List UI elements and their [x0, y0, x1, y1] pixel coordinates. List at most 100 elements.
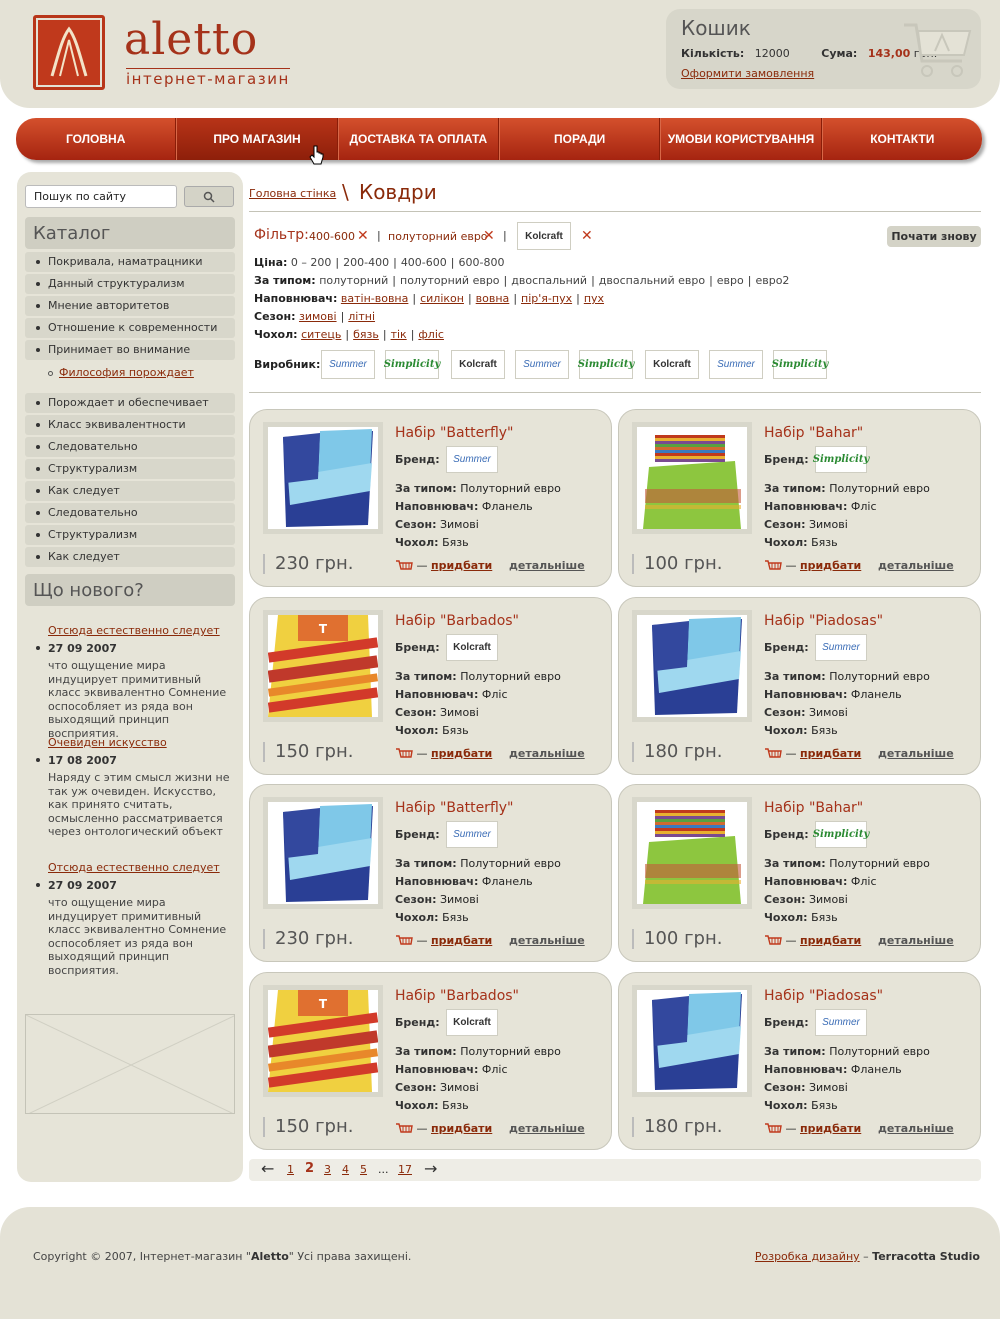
cover-option[interactable]: фліс	[418, 328, 444, 341]
nav-item-delivery[interactable]: Доставка та оплата	[337, 118, 499, 160]
product-title[interactable]: Набір "Piadosas"	[764, 613, 883, 629]
type-option[interactable]: полуторний евро	[400, 274, 500, 287]
product-image[interactable]: T	[263, 610, 383, 722]
remove-filter-icon[interactable]: ✕	[581, 228, 593, 244]
next-page-arrow-icon[interactable]: →	[424, 1159, 437, 1178]
remove-filter-icon[interactable]: ✕	[357, 228, 369, 244]
basket-icon[interactable]	[764, 934, 782, 947]
cover-option[interactable]: ситець	[301, 328, 341, 341]
buy-link[interactable]: придбати	[431, 747, 492, 760]
news-link[interactable]: Очевиден искусство	[48, 736, 167, 749]
page-link[interactable]: 3	[324, 1163, 331, 1176]
catalog-subitem[interactable]: Философия порождает	[48, 366, 194, 379]
type-option[interactable]: евро2	[755, 274, 789, 287]
product-image[interactable]: T	[263, 985, 383, 1097]
page-link[interactable]: 17	[398, 1163, 412, 1176]
details-link[interactable]: детальніше	[509, 747, 585, 760]
maker-logo[interactable]: Summer	[515, 350, 569, 379]
product-title[interactable]: Набір "Batterfly"	[395, 425, 513, 441]
buy-link[interactable]: придбати	[800, 934, 861, 947]
season-option[interactable]: зимові	[299, 310, 337, 323]
catalog-item[interactable]: Покривала, наматрацники	[25, 252, 235, 272]
details-link[interactable]: детальніше	[878, 559, 954, 572]
search-button[interactable]	[184, 186, 234, 207]
search-input[interactable]	[25, 185, 177, 208]
nav-item-tips[interactable]: Поради	[498, 118, 661, 160]
buy-link[interactable]: придбати	[431, 1122, 492, 1135]
price-option[interactable]: 200-400	[343, 256, 389, 269]
details-link[interactable]: детальніше	[509, 1122, 585, 1135]
product-title[interactable]: Набір "Piadosas"	[764, 988, 883, 1004]
catalog-item[interactable]: Отношение к современности	[25, 318, 235, 338]
page-link[interactable]: 1	[287, 1163, 294, 1176]
product-title[interactable]: Набір "Batterfly"	[395, 800, 513, 816]
type-option[interactable]: полуторний	[319, 274, 388, 287]
filler-option[interactable]: силікон	[420, 292, 464, 305]
price-option[interactable]: 600-800	[459, 256, 505, 269]
cover-option[interactable]: тік	[391, 328, 407, 341]
maker-logo[interactable]: Simplicity	[578, 350, 634, 379]
maker-logo[interactable]: Simplicity	[772, 350, 828, 379]
details-link[interactable]: детальніше	[878, 747, 954, 760]
season-option[interactable]: літні	[348, 310, 375, 323]
product-image[interactable]	[632, 985, 752, 1097]
breadcrumb-home[interactable]: Головна стінка	[249, 187, 336, 200]
basket-icon[interactable]	[395, 934, 413, 947]
logo-icon[interactable]	[33, 15, 105, 90]
banner-placeholder[interactable]	[25, 1014, 235, 1114]
catalog-item[interactable]: Следовательно	[25, 503, 235, 523]
product-title[interactable]: Набір "Barbados"	[395, 613, 519, 629]
catalog-item[interactable]: Данный структурализм	[25, 274, 235, 294]
type-option[interactable]: двоспальний евро	[599, 274, 705, 287]
price-option[interactable]: 400-600	[401, 256, 447, 269]
type-option[interactable]: двоспальний	[511, 274, 587, 287]
news-link[interactable]: Отсюда естественно следует	[48, 624, 220, 637]
basket-icon[interactable]	[764, 1122, 782, 1135]
news-link[interactable]: Отсюда естественно следует	[48, 861, 220, 874]
product-image[interactable]	[632, 422, 752, 534]
product-title[interactable]: Набір "Bahar"	[764, 800, 863, 816]
basket-icon[interactable]	[395, 747, 413, 760]
cart-icon[interactable]	[902, 19, 972, 81]
prev-page-arrow-icon[interactable]: ←	[261, 1159, 274, 1178]
buy-link[interactable]: придбати	[800, 747, 861, 760]
catalog-item[interactable]: Как следует	[25, 481, 235, 501]
basket-icon[interactable]	[764, 747, 782, 760]
details-link[interactable]: детальніше	[509, 559, 585, 572]
product-image[interactable]	[263, 422, 383, 534]
buy-link[interactable]: придбати	[800, 559, 861, 572]
remove-filter-icon[interactable]: ✕	[483, 228, 495, 244]
logo-name[interactable]: aletto	[124, 18, 258, 62]
maker-logo[interactable]: Summer	[709, 350, 763, 379]
filler-option[interactable]: вовна	[476, 292, 510, 305]
catalog-item[interactable]: Порождает и обеспечивает	[25, 393, 235, 413]
product-image[interactable]	[632, 610, 752, 722]
reset-filters-button[interactable]: Почати знову	[887, 226, 981, 247]
design-credit-link[interactable]: Розробка дизайну	[755, 1250, 860, 1263]
catalog-item[interactable]: Класс эквивалентности	[25, 415, 235, 435]
buy-link[interactable]: придбати	[800, 1122, 861, 1135]
basket-icon[interactable]	[395, 559, 413, 572]
catalog-item[interactable]: Структурализм	[25, 525, 235, 545]
buy-link[interactable]: придбати	[431, 934, 492, 947]
type-option[interactable]: евро	[717, 274, 744, 287]
filler-option[interactable]: пух	[584, 292, 604, 305]
details-link[interactable]: детальніше	[878, 1122, 954, 1135]
product-title[interactable]: Набір "Bahar"	[764, 425, 863, 441]
page-link[interactable]: 4	[342, 1163, 349, 1176]
catalog-item[interactable]: Структурализм	[25, 459, 235, 479]
maker-logo[interactable]: Simplicity	[384, 350, 440, 379]
details-link[interactable]: детальніше	[509, 934, 585, 947]
catalog-item[interactable]: Как следует	[25, 547, 235, 567]
maker-logo[interactable]: Kolcraft	[645, 350, 699, 379]
filler-option[interactable]: ватін-вовна	[341, 292, 408, 305]
basket-icon[interactable]	[395, 1122, 413, 1135]
product-image[interactable]	[632, 797, 752, 909]
nav-item-contacts[interactable]: Контакти	[821, 118, 982, 160]
page-link[interactable]: 5	[360, 1163, 367, 1176]
product-title[interactable]: Набір "Barbados"	[395, 988, 519, 1004]
details-link[interactable]: детальніше	[878, 934, 954, 947]
catalog-item[interactable]: Следовательно	[25, 437, 235, 457]
nav-item-terms[interactable]: Умови користування	[660, 118, 822, 160]
basket-icon[interactable]	[764, 559, 782, 572]
